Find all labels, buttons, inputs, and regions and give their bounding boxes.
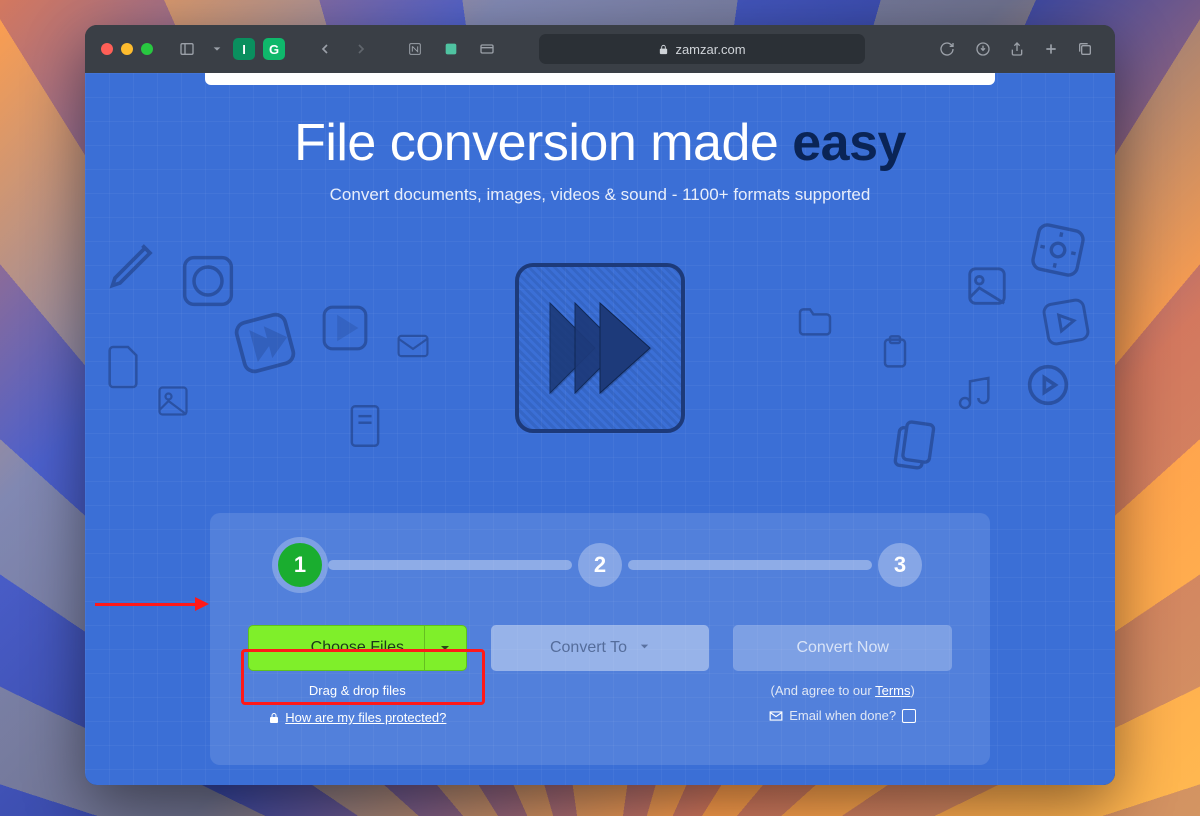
url-text: zamzar.com: [675, 42, 745, 57]
lock-icon: [658, 44, 669, 55]
convert-to-button[interactable]: Convert To: [491, 625, 710, 671]
browser-window: I G zamzar.com: [85, 25, 1115, 785]
step-3: 3: [878, 543, 922, 587]
choose-files-button[interactable]: Choose Files: [248, 625, 467, 671]
media-play-box-icon: [1038, 294, 1094, 350]
close-window-button[interactable]: [101, 43, 113, 55]
sidebar-toggle-button[interactable]: [173, 35, 201, 63]
text-file-icon: [345, 403, 385, 449]
page-subtitle: Convert documents, images, videos & soun…: [85, 185, 1115, 205]
gear-box-icon: [1026, 218, 1090, 282]
downloads-button[interactable]: [969, 35, 997, 63]
email-when-done-row: Email when done?: [769, 708, 916, 723]
image-box-icon: [964, 263, 1010, 309]
pencil-icon: [105, 233, 165, 293]
forward-box-icon: [228, 306, 301, 379]
email-checkbox[interactable]: [902, 709, 916, 723]
page-content: File conversion made easy Convert docume…: [85, 73, 1115, 785]
play-circle-icon: [1026, 363, 1070, 407]
folder-icon: [795, 303, 835, 339]
drag-drop-hint: Drag & drop files: [309, 683, 406, 698]
document-icon: [103, 343, 143, 391]
conversion-panel: 1 2 3 Choose Files Drag & drop files: [210, 513, 990, 765]
browser-titlebar: I G zamzar.com: [85, 25, 1115, 73]
window-controls: [101, 43, 153, 55]
caret-down-icon: [639, 639, 650, 657]
dropdown-button[interactable]: [209, 35, 225, 63]
new-tab-button[interactable]: [1037, 35, 1065, 63]
fullscreen-window-button[interactable]: [141, 43, 153, 55]
terms-link[interactable]: Terms: [875, 683, 910, 698]
extension-notion-icon[interactable]: [401, 35, 429, 63]
privacy-report-button[interactable]: [473, 35, 501, 63]
extension-todoist-icon[interactable]: [437, 35, 465, 63]
step-1: 1: [278, 543, 322, 587]
terms-agree-text: (And agree to our Terms): [771, 683, 915, 698]
image-file-icon: [155, 383, 191, 419]
mail-icon: [769, 710, 783, 722]
share-button[interactable]: [1003, 35, 1031, 63]
clipboards-icon: [882, 415, 944, 480]
nav-back-button[interactable]: [311, 35, 339, 63]
clipboard-icon: [875, 333, 915, 373]
refresh-circle-icon: [180, 253, 236, 309]
mail-icon: [395, 333, 431, 359]
reload-button[interactable]: [933, 35, 961, 63]
extension-grammarly-icon[interactable]: G: [263, 38, 285, 60]
step-2: 2: [578, 543, 622, 587]
hero-section: File conversion made easy Convert docume…: [85, 73, 1115, 205]
minimize-window-button[interactable]: [121, 43, 133, 55]
lock-icon: [268, 712, 280, 724]
play-box-icon: [320, 303, 370, 353]
extension-instapaper-icon[interactable]: I: [233, 38, 255, 60]
address-bar[interactable]: zamzar.com: [539, 34, 865, 64]
caret-down-icon: [439, 642, 451, 654]
choose-files-dropdown[interactable]: [424, 626, 466, 670]
nav-forward-button[interactable]: [347, 35, 375, 63]
music-notes-icon: [955, 373, 995, 413]
files-protected-link[interactable]: How are my files protected?: [268, 710, 446, 725]
step-indicator: 1 2 3: [278, 543, 922, 587]
page-title: File conversion made easy: [85, 113, 1115, 173]
convert-now-button[interactable]: Convert Now: [733, 625, 952, 671]
zamzar-logo-icon: [515, 263, 685, 433]
tabs-overview-button[interactable]: [1071, 35, 1099, 63]
nav-bar-stub: [205, 73, 995, 85]
